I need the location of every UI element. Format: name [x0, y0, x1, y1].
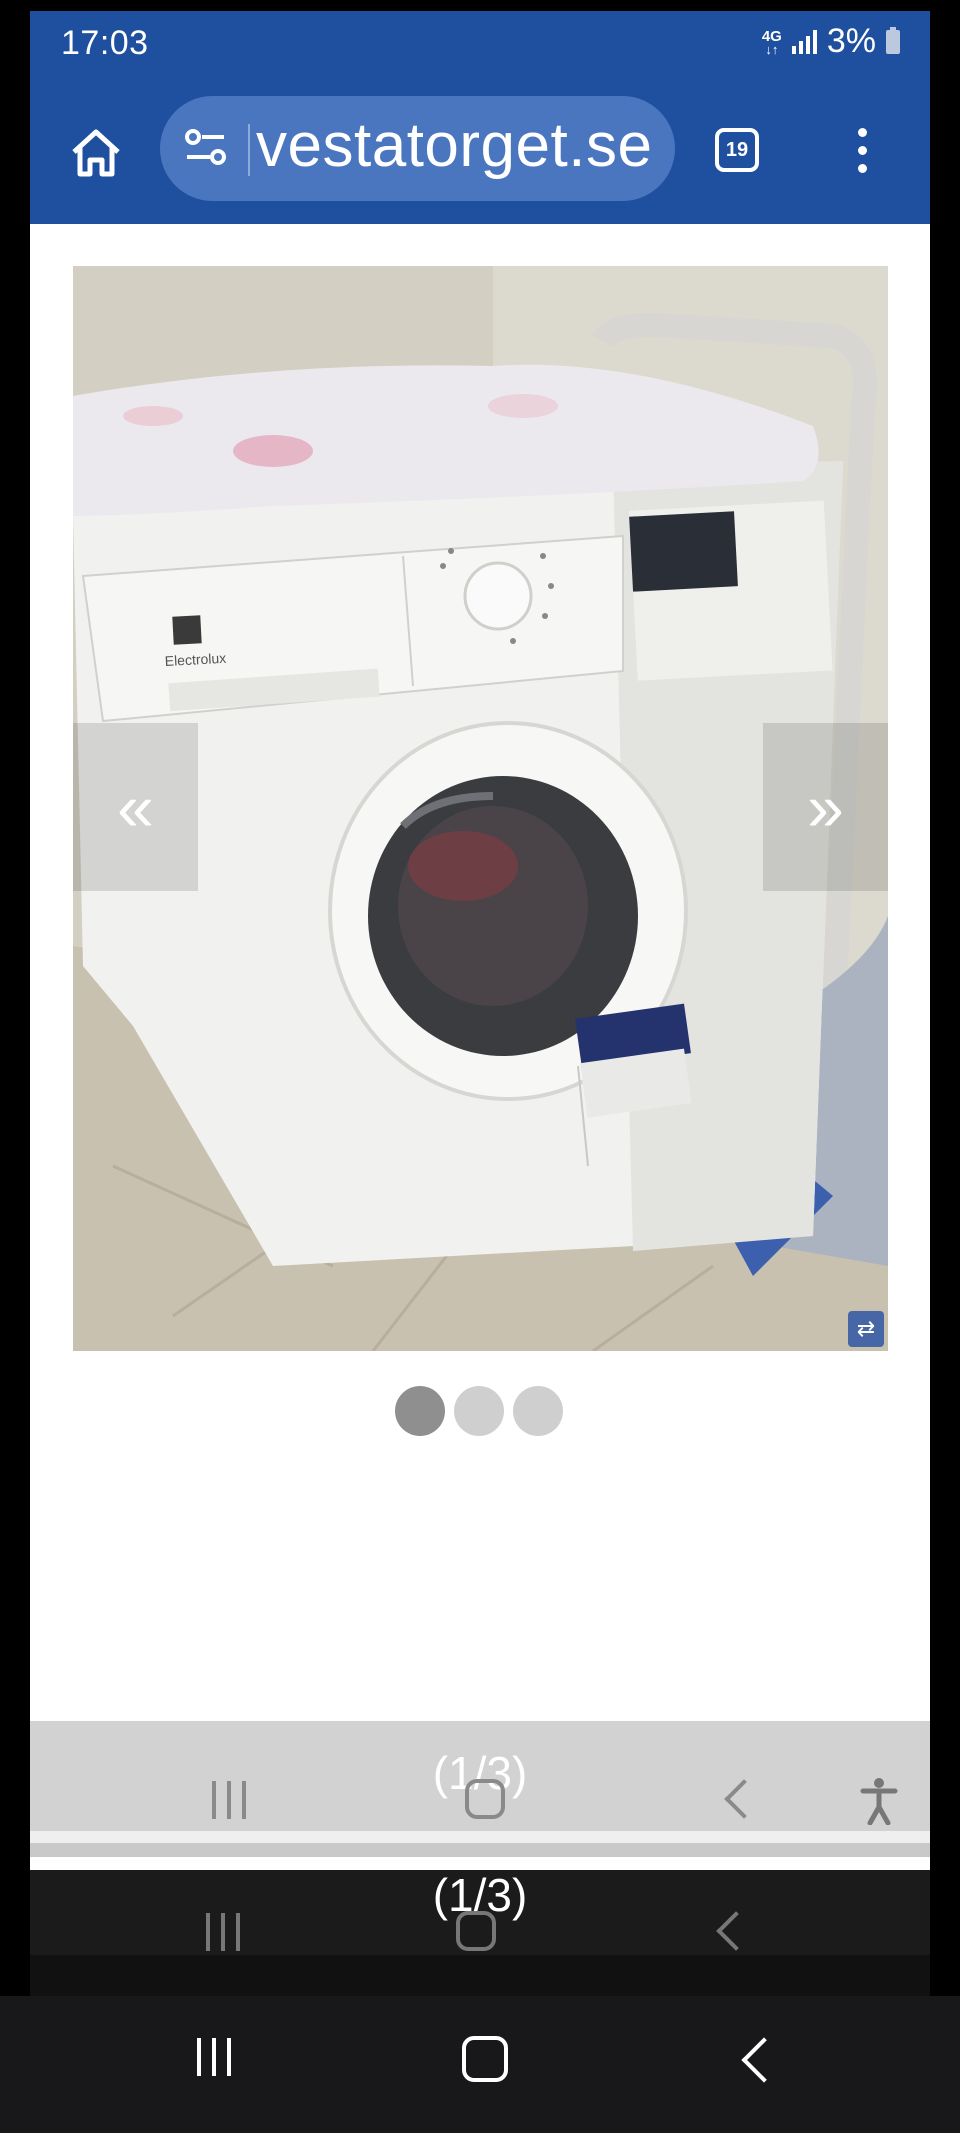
brand-label: Electrolux — [164, 650, 226, 669]
overlay-divider — [30, 1831, 930, 1843]
battery-percent: 3% — [826, 22, 876, 60]
system-back-icon[interactable] — [741, 2037, 787, 2083]
overlay-nav-icons — [30, 1769, 930, 1829]
home-icon[interactable] — [66, 123, 126, 183]
site-settings-icon[interactable] — [184, 127, 228, 172]
overlay-divider-2 — [30, 1843, 930, 1857]
system-nav-bar — [0, 1996, 960, 2133]
listing-photo[interactable]: Electrolux « » ⇄ — [73, 266, 888, 1351]
text-cursor — [248, 124, 250, 176]
status-time: 17:03 — [61, 24, 149, 62]
home-nav-icon[interactable] — [465, 1779, 505, 1819]
signal-icon — [791, 29, 817, 54]
recent-apps-icon[interactable] — [212, 1781, 246, 1819]
phone-screen: 17:03 4G ↓↑ 3% vestatorget.se 19 Electro… — [30, 11, 930, 1996]
system-home-icon[interactable] — [462, 2036, 508, 2082]
swap-icon[interactable]: ⇄ — [848, 1311, 884, 1347]
network-indicator: 4G ↓↑ — [761, 27, 782, 57]
status-indicators: 4G ↓↑ 3% — [762, 22, 900, 61]
back-icon[interactable] — [724, 1779, 764, 1819]
more-icon[interactable] — [852, 128, 872, 178]
carousel-dot-1[interactable] — [395, 1386, 445, 1436]
next-image-button[interactable]: » — [763, 723, 888, 891]
system-recent-apps-icon[interactable] — [197, 2038, 231, 2076]
dark-overlay-nav-icons — [0, 1905, 960, 1965]
accessibility-icon[interactable] — [860, 1777, 898, 1830]
previous-image-button[interactable]: « — [73, 723, 198, 891]
tabs-icon[interactable]: 19 — [715, 128, 759, 172]
carousel-dots — [395, 1386, 563, 1436]
battery-icon — [886, 26, 900, 54]
carousel-dot-2[interactable] — [454, 1386, 504, 1436]
carousel-dot-3[interactable] — [513, 1386, 563, 1436]
home-nav-icon-2[interactable] — [456, 1911, 496, 1951]
recent-apps-icon-2[interactable] — [206, 1913, 240, 1951]
back-icon-2[interactable] — [716, 1911, 756, 1951]
browser-toolbar: 17:03 4G ↓↑ 3% vestatorget.se 19 — [30, 11, 930, 224]
url-text[interactable]: vestatorget.se — [256, 110, 652, 181]
address-bar[interactable]: vestatorget.se — [160, 96, 675, 201]
